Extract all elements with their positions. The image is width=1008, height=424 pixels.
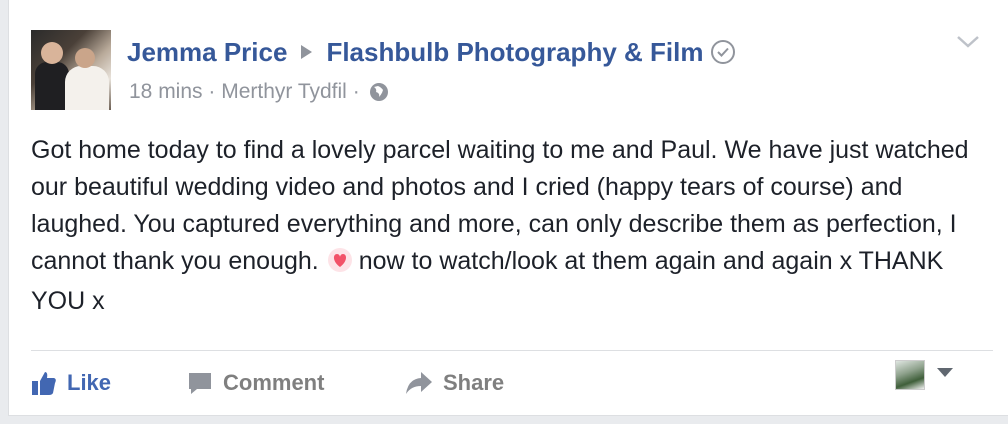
avatar[interactable]: [31, 30, 111, 110]
meta-separator: ·: [202, 80, 222, 103]
action-bar: Like Comment Share: [31, 364, 993, 402]
post-card: Jemma Price Flashbulb Photography & Film…: [8, 0, 1008, 416]
meta-separator: ·: [346, 80, 360, 103]
reactor-avatar[interactable]: [895, 360, 925, 390]
location-link[interactable]: Merthyr Tydfil: [221, 80, 347, 104]
share-arrow-icon: [406, 372, 432, 394]
heart-emoji-icon: [327, 246, 353, 283]
share-button[interactable]: Share: [405, 364, 504, 402]
comment-label: Comment: [223, 370, 325, 395]
author-link[interactable]: Jemma Price: [127, 37, 287, 68]
thumbs-up-icon: [32, 372, 56, 395]
arrow-right-icon: [301, 45, 313, 59]
comment-button[interactable]: Comment: [187, 364, 324, 402]
chevron-down-icon[interactable]: [955, 34, 981, 55]
post-header: Jemma Price Flashbulb Photography & Film: [127, 36, 736, 68]
like-button[interactable]: Like: [31, 364, 111, 402]
post-meta: 18 mins · Merthyr Tydfil ·: [129, 78, 390, 106]
globe-icon[interactable]: [368, 81, 390, 103]
comment-icon: [189, 373, 211, 394]
like-label: Like: [67, 370, 112, 395]
post-body: Got home today to find a lovely parcel w…: [31, 132, 991, 320]
timestamp-link[interactable]: 18 mins: [129, 80, 203, 104]
share-label: Share: [443, 370, 505, 395]
check-circle-icon: [711, 40, 736, 64]
caret-down-icon[interactable]: [937, 368, 953, 377]
page-link[interactable]: Flashbulb Photography & Film: [326, 37, 703, 68]
divider: [31, 350, 993, 351]
